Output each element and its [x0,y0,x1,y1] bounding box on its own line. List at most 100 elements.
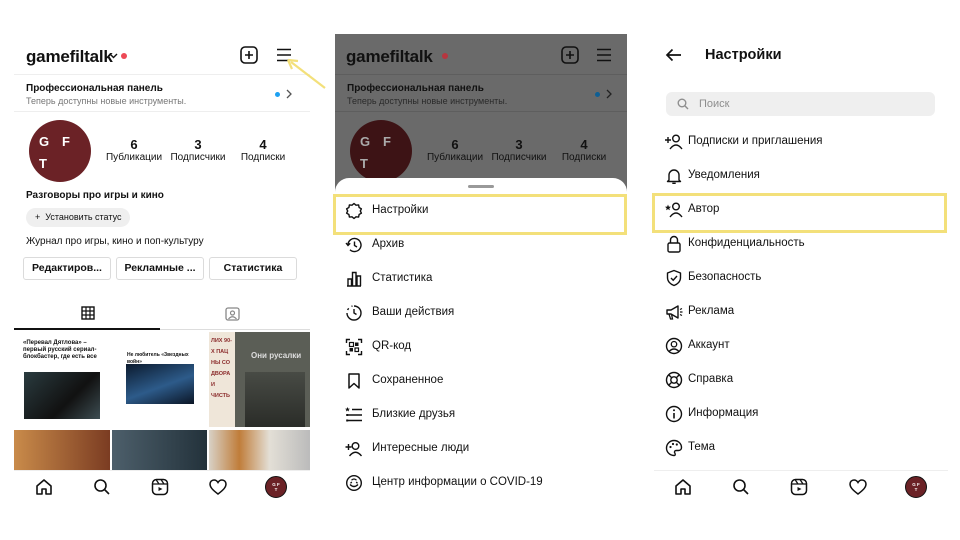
post-tile[interactable]: ЛИХ 90-Х ПАЦ НЫ СО ДВОРА И ЧИСТЬ Они рус… [209,332,310,427]
avatar-letter: T [274,487,278,492]
lifebuoy-icon [665,371,683,389]
set-status-button[interactable]: + Установить статус [26,208,131,227]
account-icon [665,337,683,355]
insights-bars-icon [347,271,362,287]
pro-panel-title: Профессиональная панель [26,83,163,94]
stat-followers[interactable]: 3 Подписчики [166,137,230,163]
ad-tools-button[interactable]: Рекламные ... [116,257,204,280]
profile-nav-avatar[interactable]: G FT [905,476,927,498]
create-post-icon[interactable] [240,46,258,64]
pro-panel-title: Профессиональная панель [347,83,484,94]
menu-item-covid-info[interactable]: Центр информации о COVID-19 [335,466,627,500]
insights-button[interactable]: Статистика [209,257,297,280]
profile-username[interactable]: gamefiltalk [26,47,113,67]
home-icon[interactable] [35,478,53,496]
settings-item-label: Конфиденциальность [688,237,805,249]
notification-dot [442,53,448,59]
reels-icon[interactable] [151,478,169,496]
profile-username: gamefiltalk [346,47,433,66]
annotation-arrow [286,58,326,89]
settings-item-follow-invite[interactable]: Подписки и приглашения [654,125,948,159]
stat-following: 4 Подписки [552,137,616,163]
home-icon[interactable] [674,478,692,496]
menu-item-label: Близкие друзья [372,408,456,420]
settings-item-ads[interactable]: Реклама [654,295,948,329]
menu-screen: gamefiltalk Профессиональная панель Тепе… [335,34,627,506]
covid-info-icon [345,474,363,492]
search-icon[interactable] [93,478,111,496]
stat-posts-label: Публикации [105,152,163,163]
settings-item-label: Подписки и приглашения [688,135,823,147]
settings-item-notifications[interactable]: Уведомления [654,159,948,193]
bottom-nav: G FT [654,470,948,506]
settings-item-security[interactable]: Безопасность [654,261,948,295]
avatar-letter: F [917,482,920,487]
tagged-tab-icon[interactable] [225,306,240,321]
archive-clock-icon [345,237,362,253]
highlight-box [333,194,627,235]
megaphone-icon [666,305,683,320]
menu-item-label: Сохраненное [372,374,444,386]
settings-item-label: Информация [688,407,759,419]
post-caption: «Перевал Дятлова» – первый русский сериа… [23,340,97,360]
menu-item-saved[interactable]: Сохраненное [335,364,627,398]
menu-item-label: Архив [372,238,405,250]
post-tile[interactable]: «Перевал Дятлова» – первый русский сериа… [14,332,110,427]
stat-following-value: 4 [259,137,267,152]
post-tile[interactable] [14,430,110,470]
search-icon[interactable] [732,478,750,496]
stat-posts-value: 6 [451,137,459,152]
menu-item-discover-people[interactable]: Интересные люди [335,432,627,466]
sheet-drag-handle[interactable] [468,185,494,188]
settings-item-theme[interactable]: Тема [654,431,948,465]
set-status-label: Установить статус [45,212,122,222]
stat-following[interactable]: 4 Подписки [231,137,295,163]
profile-avatar[interactable]: G F T [29,120,91,182]
menu-item-insights[interactable]: Статистика [335,262,627,296]
post-caption: Они русалки [251,351,302,360]
bio-name: Разговоры про игры и кино [26,190,164,201]
settings-item-label: Аккаунт [688,339,730,351]
post-tile[interactable]: Не любитель «Звездных войн» [112,332,207,427]
settings-item-account[interactable]: Аккаунт [654,329,948,363]
reels-icon[interactable] [790,478,808,496]
grid-tab-icon[interactable] [81,306,95,320]
settings-item-label: Уведомления [688,169,760,181]
post-tile[interactable] [112,430,207,470]
settings-search-input[interactable]: Поиск [666,92,935,116]
heart-icon[interactable] [849,479,867,495]
avatar-letter: F [383,134,391,149]
lock-icon [667,235,681,253]
stat-following-label: Подписки [561,152,607,163]
settings-item-info[interactable]: Информация [654,397,948,431]
settings-screen: Настройки Поиск Подписки и приглашения У… [654,34,948,506]
stat-followers-value: 3 [515,137,523,152]
menu-item-label: Статистика [372,272,433,284]
post-tile[interactable] [209,430,310,470]
menu-item-label: Центр информации о COVID-19 [372,476,543,488]
avatar-letter: T [39,156,47,171]
menu-item-close-friends[interactable]: Близкие друзья [335,398,627,432]
chevron-down-icon[interactable] [109,53,118,59]
settings-item-label: Справка [688,373,734,385]
menu-item-label: Ваши действия [372,306,455,318]
menu-item-label: Интересные люди [372,442,470,454]
heart-icon[interactable] [209,479,227,495]
new-badge-dot [275,92,280,97]
stat-posts[interactable]: 6 Публикации [102,137,166,163]
settings-item-label: Реклама [688,305,735,317]
menu-item-qr-code[interactable]: QR-код [335,330,627,364]
activity-icon [346,305,362,321]
pro-panel-subtitle: Теперь доступны новые инструменты. [347,96,508,106]
pro-panel-banner[interactable]: Профессиональная панель Теперь доступны … [14,74,310,112]
palette-icon [665,439,683,457]
stat-posts-label: Публикации [426,152,484,163]
profile-nav-avatar[interactable]: G FT [265,476,287,498]
settings-item-help[interactable]: Справка [654,363,948,397]
settings-item-label: Безопасность [688,271,762,283]
stat-followers-value: 3 [194,137,202,152]
back-arrow-icon[interactable] [665,48,682,62]
edit-profile-button[interactable]: Редактиров... [23,257,111,280]
menu-item-your-activity[interactable]: Ваши действия [335,296,627,330]
pro-panel-subtitle: Теперь доступны новые инструменты. [26,96,187,106]
